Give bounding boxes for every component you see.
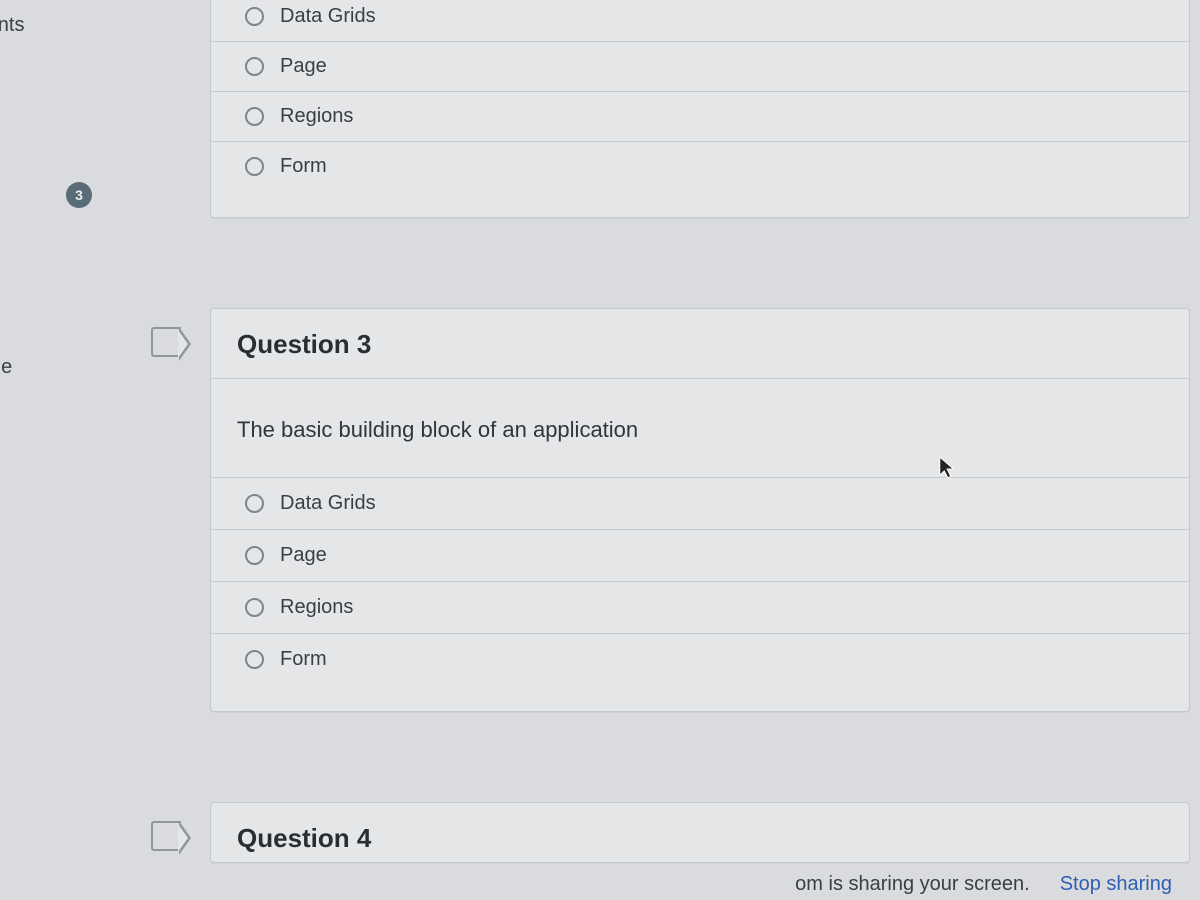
answer-option[interactable]: Page xyxy=(211,41,1189,91)
screen-share-bar: om is sharing your screen. Stop sharing xyxy=(795,873,1172,896)
bookmark-flag-icon[interactable] xyxy=(151,821,181,851)
radio-icon xyxy=(245,494,264,513)
radio-icon xyxy=(245,157,264,176)
answer-option[interactable]: Page xyxy=(211,529,1189,581)
question-card: Data Grids Page Regions Form xyxy=(210,0,1190,218)
question-card: Question 3 The basic building block of a… xyxy=(210,308,1190,712)
sidebar-item[interactable]: s xyxy=(0,115,110,154)
sidebar-item[interactable]: ssue xyxy=(0,348,110,387)
radio-icon xyxy=(245,546,264,565)
radio-icon xyxy=(245,107,264,126)
question-title: Question 4 xyxy=(237,823,1163,854)
option-label: Data Grids xyxy=(280,5,376,28)
answer-option[interactable]: Data Grids xyxy=(211,478,1189,529)
share-status-text: om is sharing your screen. xyxy=(795,873,1030,896)
answer-option[interactable]: Form xyxy=(211,633,1189,685)
radio-icon xyxy=(245,57,264,76)
main-content: Data Grids Page Regions Form Ques xyxy=(110,0,1200,900)
stop-sharing-button[interactable]: Stop sharing xyxy=(1060,873,1172,896)
answer-option[interactable]: Regions xyxy=(211,581,1189,633)
option-label: Form xyxy=(280,648,327,671)
option-label: Page xyxy=(280,544,327,567)
radio-icon xyxy=(245,7,264,26)
radio-icon xyxy=(245,650,264,669)
option-label: Page xyxy=(280,55,327,78)
radio-icon xyxy=(245,598,264,617)
sidebar-item[interactable]: ments xyxy=(0,6,110,45)
option-label: Data Grids xyxy=(280,492,376,515)
option-label: Regions xyxy=(280,596,353,619)
question-count-badge: 3 xyxy=(66,182,92,208)
answer-option[interactable]: Form xyxy=(211,141,1189,191)
question-prompt: The basic building block of an applicati… xyxy=(211,379,1189,478)
question-title: Question 3 xyxy=(237,329,1163,360)
answer-option[interactable]: Regions xyxy=(211,91,1189,141)
option-label: Form xyxy=(280,155,327,178)
sidebar: ments s 3 ssue xyxy=(0,0,110,900)
question-card: Question 4 xyxy=(210,802,1190,863)
option-label: Regions xyxy=(280,105,353,128)
answer-option[interactable]: Data Grids xyxy=(211,0,1189,41)
bookmark-flag-icon[interactable] xyxy=(151,327,181,357)
